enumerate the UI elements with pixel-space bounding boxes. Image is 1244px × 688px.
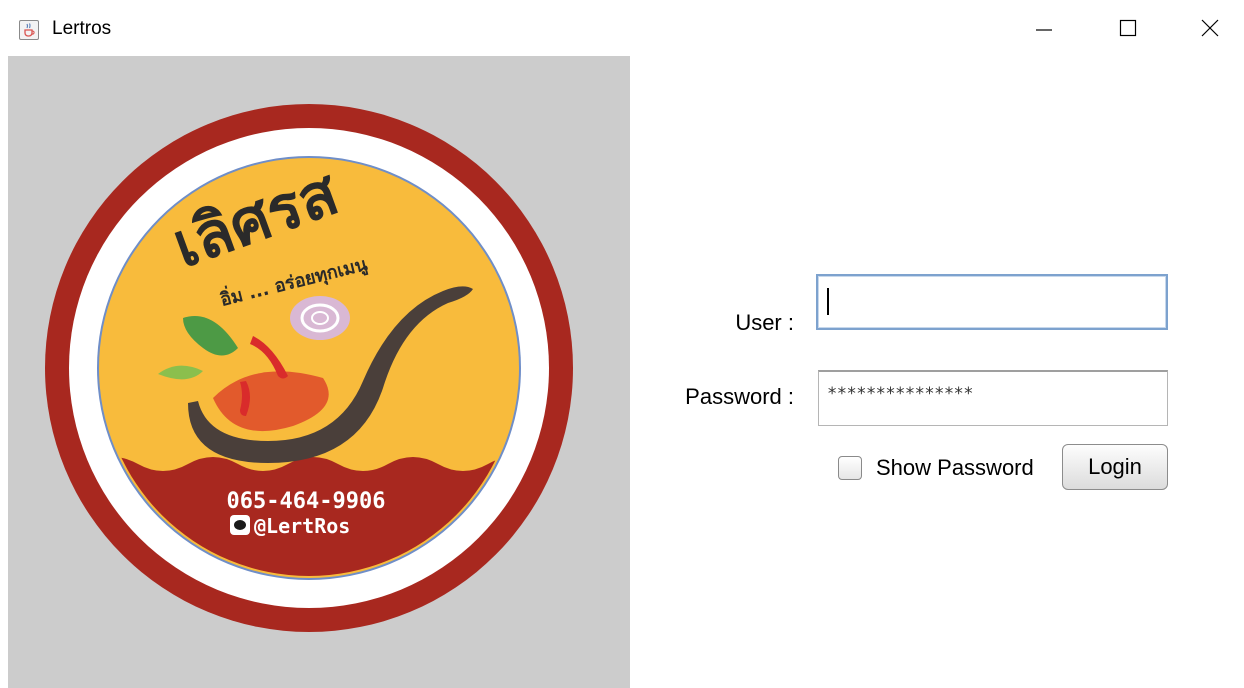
maximize-icon — [1119, 19, 1137, 37]
window-title: Lertros — [52, 18, 112, 39]
close-icon — [1201, 19, 1219, 37]
title-bar[interactable]: Lertros — [0, 0, 1244, 56]
maximize-button[interactable] — [1094, 0, 1162, 56]
user-input[interactable] — [816, 274, 1168, 330]
logo-line-handle: @LertRos — [254, 514, 350, 538]
password-label: Password : — [685, 384, 794, 409]
user-label: User : — [735, 310, 794, 335]
logo-panel: เลิศรส อิ่ม ... อร่อยทุกเมนู 065-464-990… — [8, 56, 630, 688]
text-caret — [827, 288, 829, 315]
login-window: Lertros เลิศรส อิ่ม ... อร่อยทุกเมนู 065… — [0, 0, 1244, 688]
minimize-button[interactable] — [1010, 0, 1078, 56]
java-cup-icon — [19, 20, 39, 40]
minimize-icon — [1036, 29, 1052, 31]
close-button[interactable] — [1176, 0, 1244, 56]
login-button[interactable]: Login — [1062, 444, 1168, 490]
password-input[interactable]: *************** — [818, 370, 1168, 426]
onion-shape — [290, 296, 350, 340]
logo-phone: 065-464-9906 — [227, 489, 386, 514]
show-password-checkbox[interactable] — [838, 456, 862, 480]
show-password-label[interactable]: Show Password — [876, 455, 1034, 481]
restaurant-logo: เลิศรส อิ่ม ... อร่อยทุกเมนู 065-464-990… — [45, 104, 573, 632]
